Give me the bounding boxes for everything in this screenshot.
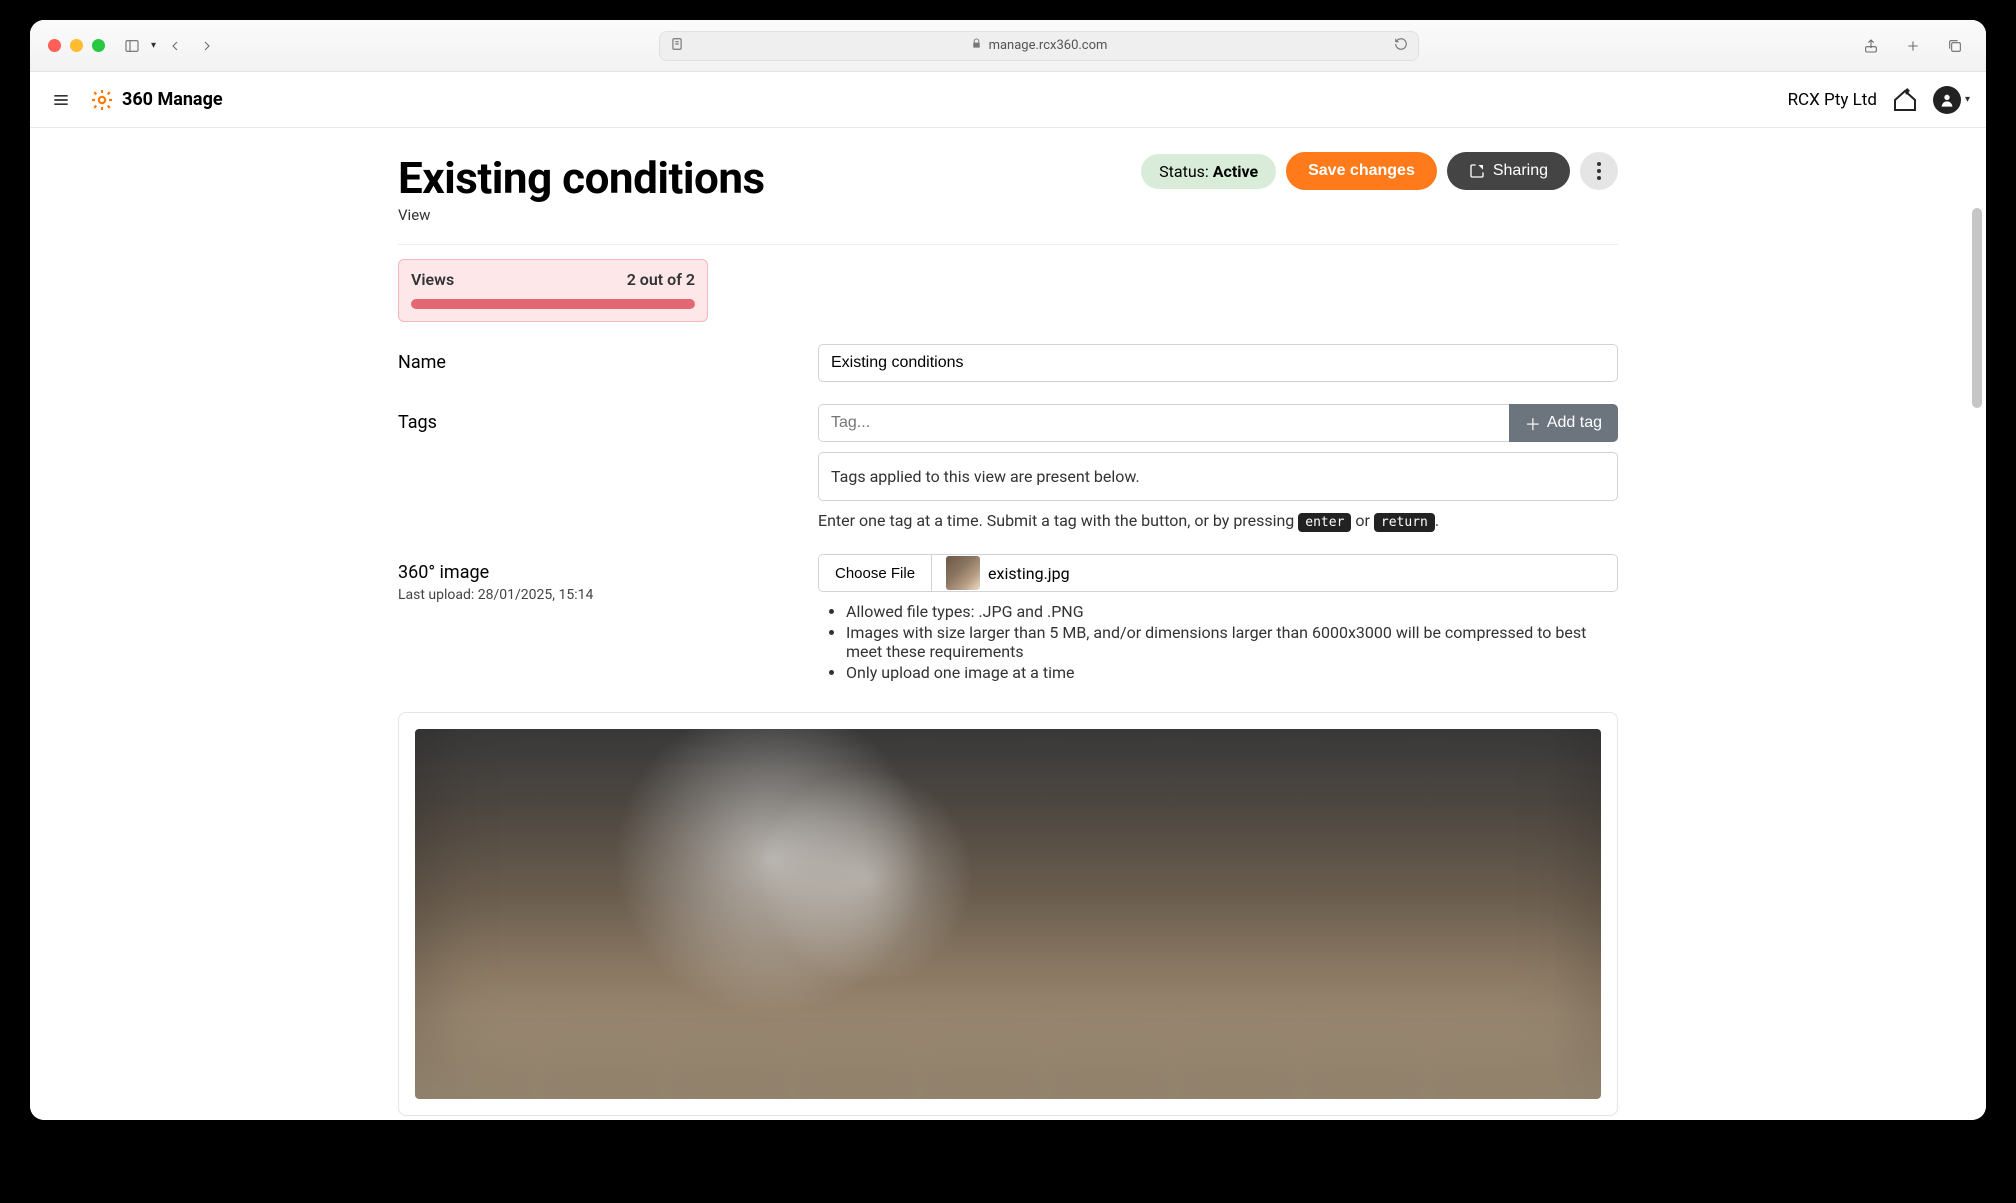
chrome-right-group [1858,33,1968,59]
tags-applied-note: Tags applied to this view are present be… [818,452,1618,501]
tags-label: Tags [398,404,818,433]
add-tag-label: Add tag [1547,414,1602,432]
home-upload-icon[interactable] [1891,86,1919,114]
app-header: 360 Manage RCX Pty Ltd ▾ [30,72,1986,128]
lock-icon [971,38,982,53]
views-label: Views [411,270,454,289]
tags-input[interactable] [818,404,1509,442]
browser-window: ▾ manage.rcx360.com [30,20,1986,1120]
divider [398,244,1618,245]
plus-icon: ＋ [1525,411,1541,435]
add-tag-button[interactable]: ＋ Add tag [1509,404,1618,442]
avatar[interactable] [1933,86,1961,114]
status-badge: Status: Active [1141,154,1276,189]
page-title: Existing conditions [398,152,765,204]
file-name: existing.jpg [988,564,1070,583]
app-brand-text: 360 Manage [122,89,223,110]
sharing-button[interactable]: Sharing [1447,152,1570,190]
status-label: Status: [1159,162,1213,181]
org-name: RCX Pty Ltd [1788,90,1877,110]
kbd-enter: enter [1298,513,1351,532]
file-rule-3: Only upload one image at a time [846,663,1618,682]
name-input[interactable] [818,344,1618,382]
tabs-icon[interactable] [1942,33,1968,59]
traffic-lights [48,39,105,52]
image-label: 360° image [398,562,818,583]
last-upload: Last upload: 28/01/2025, 15:14 [398,587,818,603]
views-progress-bar [411,299,695,309]
user-menu-caret-icon[interactable]: ▾ [1965,94,1970,105]
page-content: Existing conditions View Status: Active … [30,128,1986,1120]
choose-file-button[interactable]: Choose File [819,555,932,591]
views-count: 2 out of 2 [627,270,695,289]
file-input-row: Choose File existing.jpg [818,554,1618,592]
name-label: Name [398,344,818,373]
file-thumbnail [946,556,980,590]
last-upload-value: 28/01/2025, 15:14 [478,587,594,603]
nav-forward-icon[interactable] [194,33,220,59]
share-icon[interactable] [1858,33,1884,59]
kbd-return: return [1374,513,1435,532]
address-url: manage.rcx360.com [989,38,1108,53]
reader-icon[interactable] [670,37,684,55]
views-card[interactable]: Views 2 out of 2 [398,259,708,322]
menu-button[interactable] [46,85,76,115]
address-bar[interactable]: manage.rcx360.com [659,31,1419,61]
nav-back-icon[interactable] [162,33,188,59]
image-preview[interactable] [415,729,1601,1099]
chrome-nav-group: ▾ [119,33,220,59]
refresh-icon[interactable] [1394,37,1408,55]
status-value: Active [1213,162,1258,181]
window-minimize-icon[interactable] [70,39,83,52]
tags-hint: Enter one tag at a time. Submit a tag wi… [818,511,1618,532]
sharing-button-label: Sharing [1493,162,1548,180]
save-button[interactable]: Save changes [1286,152,1437,190]
app-brand[interactable]: 360 Manage [90,88,223,112]
address-bar-container: manage.rcx360.com [234,31,1844,61]
image-preview-card [398,712,1618,1116]
period: . [1435,511,1439,530]
chevron-down-icon[interactable]: ▾ [151,40,156,51]
kebab-icon [1597,162,1601,180]
file-rule-2: Images with size larger than 5 MB, and/o… [846,623,1618,661]
file-rule-1: Allowed file types: .JPG and .PNG [846,602,1618,621]
tags-hint-text: Enter one tag at a time. Submit a tag wi… [818,511,1298,530]
more-menu-button[interactable] [1580,152,1618,190]
last-upload-label: Last upload: [398,587,478,603]
kbd-or-text: or [1355,511,1374,530]
file-hints: Allowed file types: .JPG and .PNG Images… [818,602,1618,682]
page-subtitle: View [398,206,765,224]
new-tab-icon[interactable] [1900,33,1926,59]
window-close-icon[interactable] [48,39,61,52]
window-maximize-icon[interactable] [92,39,105,52]
scrollbar-thumb[interactable] [1972,208,1982,408]
browser-chrome: ▾ manage.rcx360.com [30,20,1986,72]
share-outgoing-icon [1469,163,1485,179]
sidebar-toggle-icon[interactable] [119,33,145,59]
gear-icon [90,88,114,112]
